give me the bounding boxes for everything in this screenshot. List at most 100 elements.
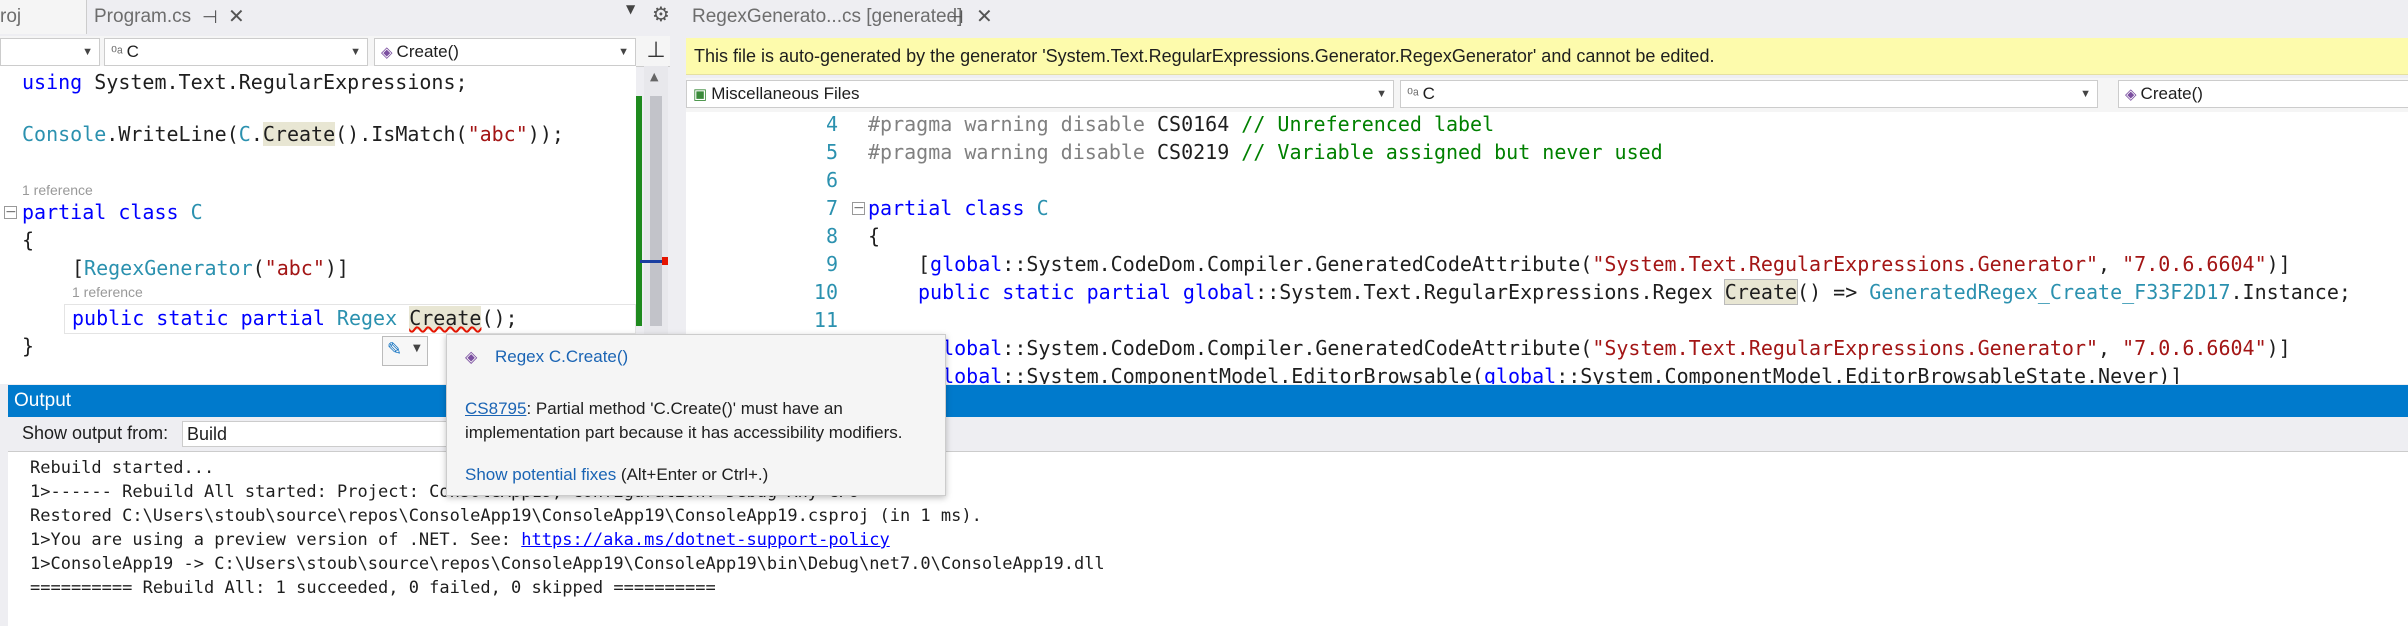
- chevron-down-icon: ▼: [618, 46, 629, 58]
- chevron-down-icon: ▼: [350, 46, 361, 58]
- code-token: #pragma warning disable: [868, 140, 1145, 164]
- code-token: public static partial: [918, 280, 1171, 304]
- line-number: 6: [825, 168, 838, 192]
- tab-generated-label: RegexGenerato...cs [generated]: [692, 6, 963, 27]
- split-window-icon[interactable]: ⊥: [642, 36, 670, 66]
- project-dropdown[interactable]: ▼: [0, 38, 100, 66]
- line-number: 9: [825, 252, 838, 276]
- code-token: }: [22, 334, 35, 358]
- code-token: Console: [22, 122, 107, 146]
- quick-actions-button[interactable]: ✎ ▼: [382, 336, 428, 366]
- tab-list-dropdown-icon[interactable]: ▼: [626, 2, 635, 16]
- code-token: )]: [2266, 252, 2291, 276]
- close-icon[interactable]: ✕: [228, 0, 245, 34]
- tab-program-cs[interactable]: Program.cs ⊣ ✕: [92, 0, 252, 34]
- chevron-down-icon: ▼: [1376, 88, 1387, 100]
- method-icon: ◈: [465, 349, 478, 366]
- chevron-down-icon: ▼: [413, 343, 421, 354]
- code-token: System.Text.RegularExpressions;: [82, 70, 468, 94]
- project-dropdown[interactable]: ▣ Miscellaneous Files ▼: [686, 80, 1394, 108]
- code-token: global: [1483, 364, 1557, 384]
- tab-project[interactable]: roj: [0, 0, 87, 34]
- line-number: 8: [825, 224, 838, 248]
- right-tab-bar: RegexGenerato...cs [generated] ⊣ ✕: [686, 0, 2408, 34]
- class-dropdown[interactable]: ⁰ᵃ C ▼: [1400, 80, 2098, 108]
- close-icon[interactable]: ✕: [976, 0, 993, 34]
- caret-marker: [640, 260, 664, 263]
- code-token: "7.0.6.6604": [2122, 336, 2267, 360]
- gear-icon[interactable]: ⚙: [652, 2, 670, 26]
- code-token: "abc": [264, 256, 325, 280]
- pin-icon[interactable]: ⊣: [202, 0, 218, 34]
- code-token: global: [930, 252, 1003, 276]
- left-gutter: [0, 384, 8, 625]
- changed-lines-margin: [636, 96, 642, 326]
- policy-link[interactable]: https://aka.ms/dotnet-support-policy: [521, 530, 889, 550]
- code-token: C: [190, 200, 203, 224]
- method-icon: ◈: [381, 44, 393, 61]
- output-line: Rebuild started...: [30, 458, 215, 478]
- code-token: [: [72, 256, 85, 280]
- code-token: global: [1182, 280, 1256, 304]
- code-token: "System.Text.RegularExpressions.Generato…: [1592, 336, 2099, 360]
- scroll-up-icon[interactable]: ▲: [650, 70, 658, 83]
- code-token: using: [22, 70, 83, 94]
- code-token: ().IsMatch(: [335, 122, 468, 146]
- output-text[interactable]: Rebuild started... 1>------ Rebuild All …: [8, 451, 2408, 626]
- pin-icon[interactable]: ⊣: [948, 0, 964, 34]
- error-code-link[interactable]: CS8795: [465, 399, 526, 418]
- code-token: [: [918, 252, 931, 276]
- code-token: )]: [324, 256, 349, 280]
- show-fixes-link[interactable]: Show potential fixes: [465, 465, 616, 484]
- output-line: 1>ConsoleApp19 -> C:\Users\stoub\source\…: [30, 554, 1105, 574]
- output-source-select[interactable]: Build: [182, 421, 484, 447]
- member-dropdown-value: Create(): [396, 42, 459, 61]
- code-token: ();: [481, 306, 518, 330]
- member-dropdown[interactable]: ◈ Create(): [2118, 80, 2408, 108]
- error-message: : Partial method 'C.Create()' must have …: [526, 399, 843, 418]
- collapse-icon[interactable]: −: [4, 205, 17, 219]
- screwdriver-icon: ✎: [387, 339, 403, 360]
- code-token: .: [250, 122, 263, 146]
- code-token: #pragma warning disable: [868, 112, 1145, 136]
- code-token: ::System.ComponentModel.EditorBrowsable(: [1002, 364, 1484, 384]
- code-token: partial class: [868, 196, 1025, 220]
- output-line: Restored C:\Users\stoub\source\repos\Con…: [30, 506, 982, 526]
- auto-generated-banner: This file is auto-generated by the gener…: [686, 38, 2408, 75]
- code-token: .Instance;: [2230, 280, 2351, 304]
- code-token-error[interactable]: Create: [409, 306, 482, 330]
- code-token: // Unreferenced label: [1241, 112, 1495, 136]
- output-line: 1>You are using a preview version of .NE…: [30, 530, 522, 550]
- class-icon: ⁰ᵃ: [111, 44, 123, 61]
- scrollbar-thumb[interactable]: [650, 96, 662, 326]
- code-token: )]: [2266, 336, 2291, 360]
- tooltip-signature[interactable]: Regex C.Create(): [495, 347, 628, 367]
- class-dropdown-value: C: [126, 42, 139, 61]
- reference-count[interactable]: 1 reference: [22, 182, 93, 198]
- code-token: // Variable assigned but never used: [1241, 140, 1663, 164]
- class-dropdown[interactable]: ⁰ᵃ C ▼: [104, 38, 368, 66]
- code-token: ));: [527, 122, 564, 146]
- method-icon: ◈: [2125, 86, 2137, 103]
- output-title-bar[interactable]: Output: [8, 385, 2408, 417]
- member-dropdown[interactable]: ◈ Create() ▼: [374, 38, 636, 66]
- code-token: C: [1036, 196, 1049, 220]
- code-token: GeneratedRegex_Create_F33F2D17: [1869, 280, 2231, 304]
- code-token: (: [226, 122, 239, 146]
- quick-info-tooltip: ◈ Regex C.Create() CS8795: Partial metho…: [446, 334, 946, 496]
- code-token: "System.Text.RegularExpressions.Generato…: [1592, 252, 2099, 276]
- code-token: public static partial: [72, 306, 325, 330]
- code-token-highlight: Create: [1723, 279, 1799, 305]
- code-token: "abc": [467, 122, 528, 146]
- code-token: CS0164: [1144, 112, 1242, 136]
- output-title: Output: [14, 390, 72, 411]
- project-icon: ▣: [693, 86, 708, 103]
- pane-splitter[interactable]: [670, 0, 686, 384]
- collapse-icon[interactable]: −: [852, 201, 865, 215]
- code-token: ,: [2098, 252, 2123, 276]
- code-token: ,: [2098, 336, 2123, 360]
- code-token: .: [106, 122, 119, 146]
- tab-project-label: roj: [0, 6, 22, 27]
- tab-generated[interactable]: RegexGenerato...cs [generated] ⊣ ✕: [686, 0, 1002, 34]
- reference-count[interactable]: 1 reference: [72, 284, 143, 300]
